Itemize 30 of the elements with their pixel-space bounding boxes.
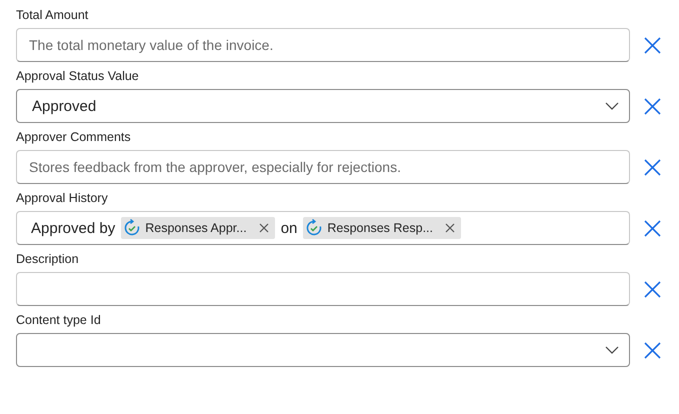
field-label: Total Amount	[16, 7, 90, 24]
refresh-check-icon	[123, 219, 142, 237]
dropdown[interactable]	[16, 333, 630, 367]
input-field[interactable]: Stores feedback from the approver, especially for rejections.	[16, 150, 630, 184]
close-icon[interactable]	[644, 158, 661, 176]
field-label: Content type Id	[16, 312, 102, 329]
chevron-down-icon	[605, 102, 619, 110]
dynamic-content-token[interactable]: Responses Resp...	[303, 217, 461, 239]
field-label: Approval History	[16, 190, 109, 207]
close-icon[interactable]	[644, 280, 661, 298]
input-field[interactable]: The total monetary value of the invoice.	[16, 28, 630, 62]
field-label: Approver Comments	[16, 129, 132, 146]
field-label: Description	[16, 251, 80, 268]
refresh-check-icon	[305, 219, 324, 237]
field-label: Approval Status Value	[16, 68, 140, 85]
dropdown[interactable]: Approved	[16, 89, 630, 123]
expression-text: Approved by	[31, 220, 116, 236]
expression-field[interactable]: Approved by Responses Appr... on Responses Resp...	[16, 211, 630, 245]
remove-icon[interactable]	[444, 223, 455, 233]
dynamic-content-token[interactable]: Responses Appr...	[121, 217, 275, 239]
chevron-down-icon	[605, 346, 619, 354]
close-icon[interactable]	[644, 342, 661, 358]
token-label: Responses Resp...	[327, 221, 433, 235]
close-icon[interactable]	[644, 36, 661, 54]
expression-text: on	[280, 220, 298, 236]
remove-icon[interactable]	[258, 223, 269, 233]
close-icon[interactable]	[644, 98, 661, 114]
token-label: Responses Appr...	[145, 221, 247, 235]
input-field[interactable]	[16, 272, 630, 306]
close-icon[interactable]	[644, 220, 661, 236]
